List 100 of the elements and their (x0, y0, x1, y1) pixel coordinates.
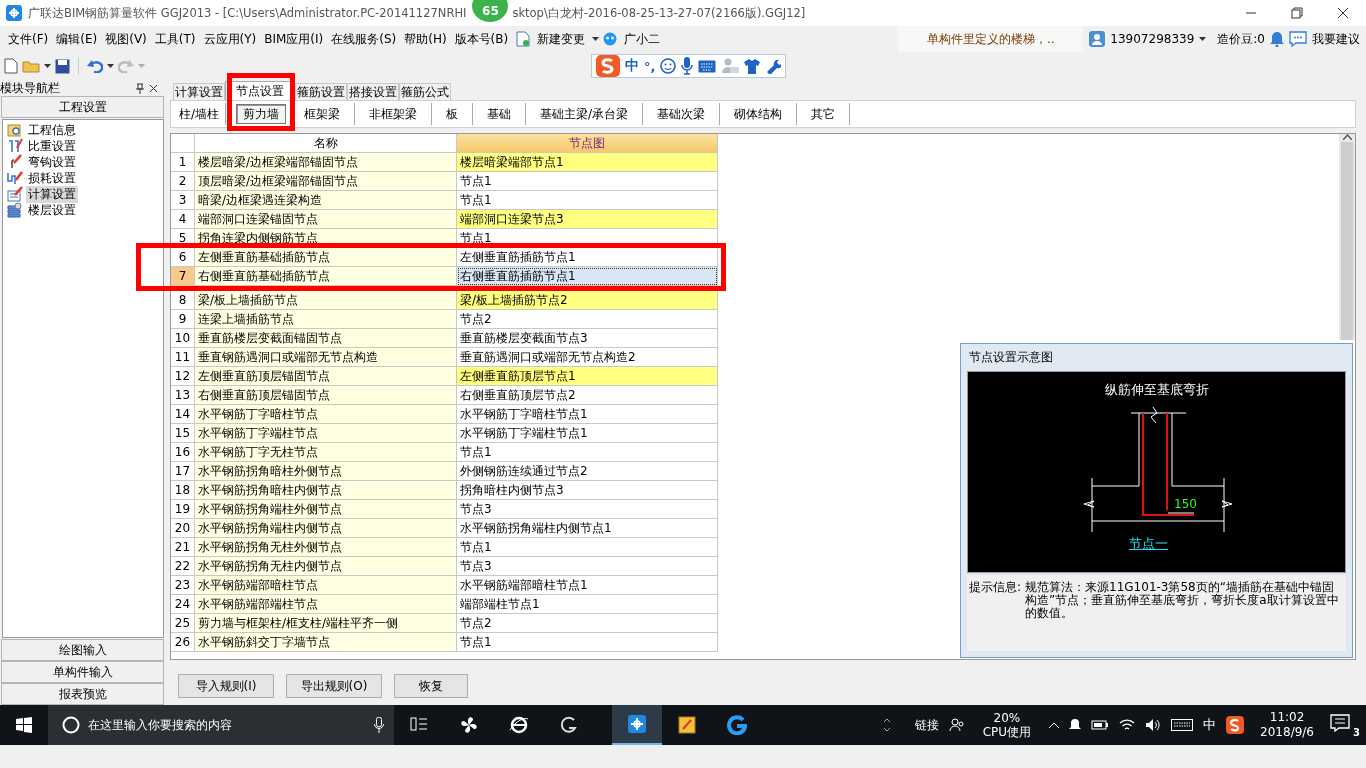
table-cell[interactable]: 水平钢筋丁字端柱节点1 (457, 424, 718, 443)
menu-item[interactable]: 云应用(Y) (199, 28, 261, 50)
table-cell[interactable]: 垂直筋楼层变截面节点3 (457, 329, 718, 348)
table-cell[interactable]: 节点1 (457, 172, 718, 191)
sub-tab[interactable]: 砌体结构 (720, 103, 798, 125)
table-cell[interactable]: 节点1 (457, 191, 718, 210)
search-field[interactable]: 在这里输入你要搜索的内容 (48, 705, 394, 745)
sub-tab[interactable]: 框架梁 (290, 103, 356, 125)
tab[interactable]: 计算设置 (173, 83, 225, 100)
microphone-icon[interactable] (374, 717, 384, 733)
section-button[interactable]: 工程设置 (1, 96, 164, 118)
table-cell[interactable]: 左侧垂直筋顶层节点1 (457, 367, 718, 386)
sogou-logo-icon[interactable] (1226, 716, 1245, 734)
close-icon[interactable] (149, 84, 158, 93)
menu-item[interactable]: 视图(V) (101, 28, 151, 50)
menu-item[interactable]: 新建变更 (533, 28, 590, 50)
clock[interactable]: 11:02 2018/9/6 (1260, 710, 1314, 740)
scroll-up-icon[interactable] (1342, 134, 1352, 140)
menu-item[interactable]: 工具(T) (150, 28, 200, 50)
table-cell[interactable]: 节点3 (457, 500, 718, 519)
g-logo-icon[interactable] (727, 715, 747, 735)
undo-icon[interactable] (87, 59, 103, 73)
nav-item[interactable]: 楼层设置 (26, 201, 78, 219)
sub-tab[interactable]: 基础次梁 (643, 103, 721, 125)
battery-icon[interactable] (1091, 719, 1110, 731)
table-cell[interactable]: 拐角暗柱内侧节点3 (457, 481, 718, 500)
sub-tab[interactable]: 非框架梁 (355, 103, 433, 125)
nav-item[interactable]: 损耗设置 (26, 169, 78, 187)
table-cell[interactable]: 水平钢筋丁字暗柱节点1 (457, 405, 718, 424)
nav-item[interactable]: 工程信息 (26, 121, 78, 139)
menu-item[interactable]: 编辑(E) (52, 28, 102, 50)
caret-icon[interactable] (1199, 37, 1207, 41)
ime-language[interactable]: 中 (1203, 716, 1217, 734)
notepad-icon[interactable] (677, 715, 697, 735)
table-cell[interactable]: 楼层暗梁端部节点1 (457, 153, 718, 172)
action-button[interactable]: 导出规则(O) (286, 674, 382, 698)
microphone-icon[interactable] (681, 57, 694, 75)
module-button[interactable]: 绘图输入 (1, 639, 164, 661)
smiley-icon[interactable] (660, 58, 677, 74)
windows-logo-icon[interactable] (16, 717, 32, 733)
speaker-icon[interactable] (1145, 718, 1162, 732)
table-cell[interactable]: 水平钢筋端部暗柱节点1 (457, 576, 718, 595)
ime-punctuation[interactable]: °, (644, 58, 656, 74)
sub-tab[interactable]: 基础主梁/承台梁 (526, 103, 644, 125)
wrench-icon[interactable] (765, 58, 782, 74)
caret-icon[interactable] (44, 64, 51, 68)
sub-tab[interactable]: 剪力墙 (236, 104, 287, 124)
module-button[interactable]: 单构件输入 (1, 661, 164, 683)
shirt-icon[interactable] (744, 58, 761, 74)
nav-item[interactable]: 计算设置 (26, 185, 78, 203)
bell-icon[interactable] (1069, 718, 1082, 732)
table-cell[interactable]: 垂直筋遇洞口或端部无节点构造2 (457, 348, 718, 367)
ime-language[interactable]: 中 (625, 57, 639, 75)
action-button[interactable]: 恢复 (394, 674, 468, 698)
wifi-icon[interactable] (1119, 718, 1136, 732)
table-cell[interactable]: 端部洞口连梁节点3 (457, 210, 718, 229)
table-cell[interactable]: 外侧钢筋连续通过节点2 (457, 462, 718, 481)
pin-icon[interactable] (135, 83, 145, 94)
browser-icon[interactable] (509, 715, 529, 735)
table-cell[interactable]: 右侧垂直筋插筋节点1 (457, 267, 718, 286)
menu-item[interactable]: 版本号(B) (450, 28, 513, 50)
close-icon[interactable] (1337, 7, 1349, 19)
suggest-link[interactable]: 我要建议 (1312, 30, 1360, 48)
menu-item[interactable]: BIM应用(I) (260, 28, 328, 50)
table-cell[interactable]: 节点1 (457, 633, 718, 652)
table-cell[interactable]: 水平钢筋拐角端柱内侧节点1 (457, 519, 718, 538)
restore-icon[interactable] (1291, 7, 1303, 19)
table-cell[interactable]: 节点2 (457, 310, 718, 329)
table-cell[interactable]: 节点3 (457, 557, 718, 576)
table-cell[interactable]: 节点1 (457, 538, 718, 557)
notification-icon[interactable] (1330, 714, 1350, 732)
table-cell[interactable]: 端部端柱节点1 (457, 595, 718, 614)
menu-item[interactable]: 文件(F) (4, 28, 53, 50)
nav-item[interactable]: 弯钩设置 (26, 153, 78, 171)
sub-tab[interactable]: 基础 (473, 103, 527, 125)
sub-tab[interactable]: 板 (432, 103, 474, 125)
nav-item[interactable]: 比重设置 (26, 137, 78, 155)
keyboard-icon[interactable] (1171, 719, 1194, 731)
chevron-up-icon[interactable] (1049, 722, 1060, 728)
notice-link[interactable]: 单构件里定义的楼梯，.. (898, 26, 1084, 52)
table-cell[interactable]: 左侧垂直筋插筋节点1 (457, 248, 718, 267)
menu-item[interactable]: 在线服务(S) (327, 28, 401, 50)
scroll-arrows-icon[interactable] (882, 717, 891, 733)
tab[interactable]: 箍筋设置 (295, 83, 347, 100)
swirl-icon[interactable] (559, 715, 579, 735)
table-cell[interactable]: 节点2 (457, 614, 718, 633)
menu-item[interactable]: 帮助(H) (400, 28, 451, 50)
node-link[interactable]: 节点一 (1129, 535, 1168, 553)
tab[interactable]: 搭接设置 (347, 83, 399, 100)
action-button[interactable]: 导入规则(I) (178, 674, 274, 698)
save-icon[interactable] (55, 58, 70, 74)
caret-icon[interactable] (592, 37, 600, 41)
tab[interactable]: 箍筋公式 (399, 83, 451, 100)
people-icon[interactable] (948, 717, 965, 733)
scrollbar[interactable] (1339, 134, 1355, 340)
caret-icon[interactable] (107, 64, 114, 68)
module-button[interactable]: 报表预览 (1, 683, 164, 705)
sub-tab[interactable]: 柱/墙柱 (173, 103, 227, 125)
toolbar-label[interactable]: 链接 (914, 716, 939, 734)
app-logo-icon[interactable] (627, 714, 647, 734)
